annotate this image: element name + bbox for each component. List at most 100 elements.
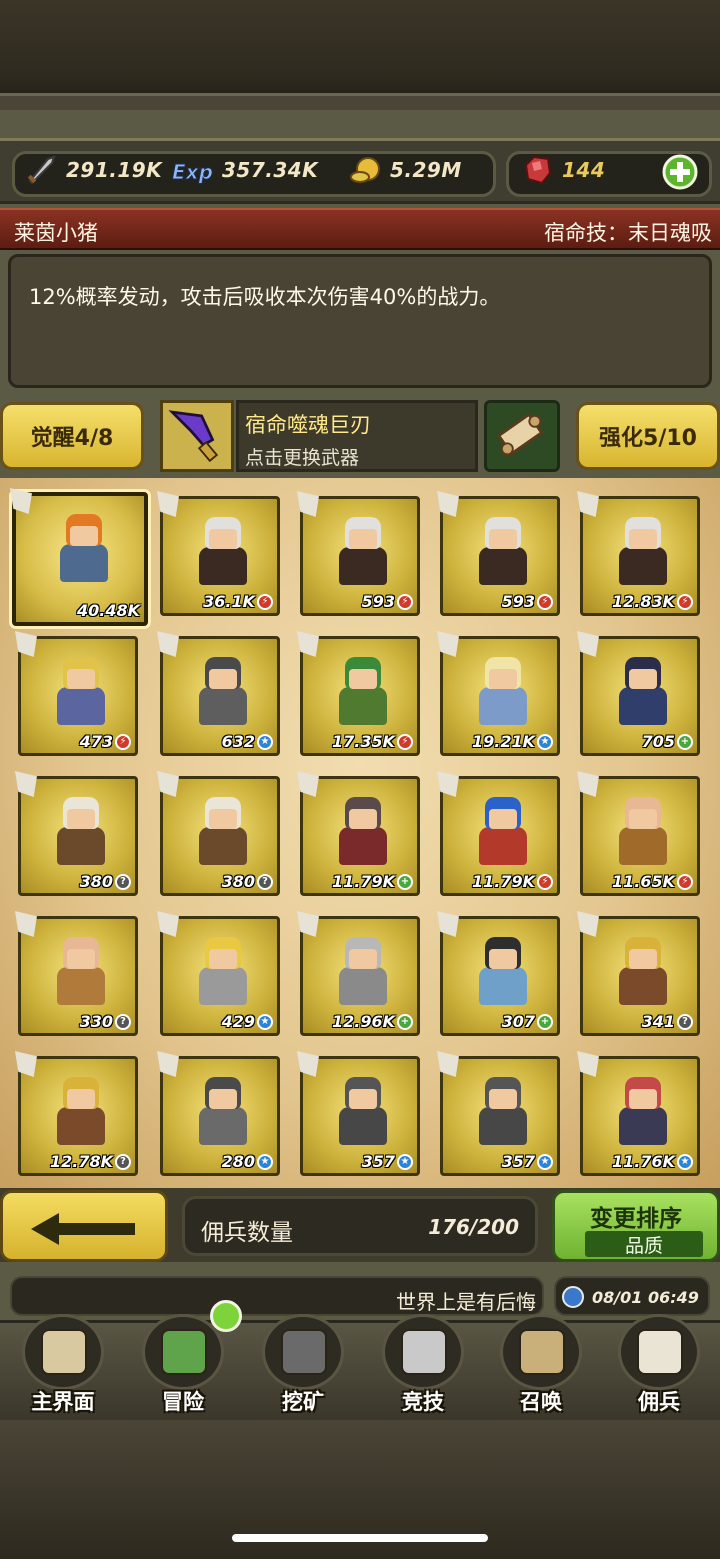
nav-item-4[interactable]: 竞技	[364, 1310, 482, 1420]
flag-icon	[15, 771, 37, 797]
mercenary-power: 12.83K ⚡	[612, 592, 693, 611]
mercenary-sprite	[51, 1077, 111, 1145]
sword-icon	[27, 155, 56, 185]
mercenary-card[interactable]: 307 +	[437, 911, 560, 1036]
back-button[interactable]	[0, 1190, 168, 1262]
sort-title: 变更排序	[590, 1206, 682, 1232]
flag-icon	[297, 491, 319, 517]
red-class-icon: ⚡	[537, 873, 553, 890]
mercenary-card[interactable]: 11.76K ★	[577, 1051, 700, 1176]
mercenary-card[interactable]: 380?	[157, 771, 280, 896]
mercenary-card[interactable]: 429 ★	[157, 911, 280, 1036]
mercenary-card[interactable]: 36.1K ⚡	[157, 491, 280, 616]
exp-value: 357.34K	[222, 158, 319, 182]
green-class-icon: +	[397, 873, 413, 890]
enhance-button[interactable]: 强化5/10	[576, 402, 720, 470]
nav-item-1[interactable]: 主界面	[4, 1310, 122, 1420]
top-map-background	[0, 0, 720, 110]
flag-icon	[577, 1051, 599, 1077]
power-value: 341	[641, 1012, 675, 1031]
add-gem-icon[interactable]	[662, 154, 698, 190]
weapon-name: 宿命噬魂巨刃	[245, 413, 371, 437]
power-value: 12.78K	[49, 1152, 113, 1171]
home-indicator[interactable]	[232, 1534, 488, 1542]
clock-icon	[562, 1286, 584, 1308]
power-value: 593	[361, 592, 395, 611]
flag-icon	[437, 631, 459, 657]
attack-value: 291.19K	[66, 158, 163, 182]
mercenary-card[interactable]: 40.48K	[10, 488, 148, 626]
mercenary-sprite	[613, 937, 673, 1005]
nav-item-3[interactable]: 挖矿	[244, 1310, 362, 1420]
mercenary-card[interactable]: 280 ★	[157, 1051, 280, 1176]
flag-icon	[15, 1051, 37, 1077]
mercenary-count: 佣兵数量 176/200	[182, 1196, 538, 1256]
mercenary-card[interactable]: 12.78K?	[15, 1051, 138, 1176]
gem-resource: 144	[520, 150, 605, 190]
scroll-icon	[496, 412, 544, 456]
mercenary-card[interactable]: 705 +	[577, 631, 700, 756]
mercenary-sprite	[333, 1077, 393, 1145]
svg-text:Exp: Exp	[172, 160, 213, 184]
weapon-slot[interactable]	[160, 400, 234, 472]
mercenary-card[interactable]: 357 ★	[437, 1051, 560, 1176]
mercenary-card[interactable]: 473 ⚡	[15, 631, 138, 756]
mercenary-card[interactable]: 17.35K ⚡	[297, 631, 420, 756]
power-value: 593	[501, 592, 535, 611]
mercenary-card[interactable]: 341?	[577, 911, 700, 1036]
mercenary-power: 40.48K	[77, 601, 140, 620]
crossed-swords-icon	[382, 1314, 464, 1390]
nav-label: 主界面	[31, 1390, 95, 1414]
mercenary-power: 357 ★	[362, 1152, 413, 1171]
mercenary-card[interactable]: 357 ★	[297, 1051, 420, 1176]
mercenary-card[interactable]: 11.79K ⚡	[437, 771, 560, 896]
mercenary-sprite	[193, 937, 253, 1005]
weapon-info[interactable]: 宿命噬魂巨刃 点击更换武器	[236, 400, 478, 472]
blue-class-icon: ★	[257, 733, 273, 750]
mercenary-card[interactable]: 330?	[15, 911, 138, 1036]
power-value: 330	[79, 1012, 113, 1031]
nav-item-5[interactable]: 召唤	[482, 1310, 600, 1420]
flag-icon	[577, 491, 599, 517]
mercenary-power: 429 ★	[222, 1012, 273, 1031]
power-value: 380	[221, 872, 255, 891]
mercenary-count-label: 佣兵数量	[201, 1220, 293, 1246]
grey-class-icon: ?	[677, 1013, 693, 1030]
nav-label: 竞技	[402, 1390, 444, 1414]
power-value: 357	[501, 1152, 535, 1171]
awaken-label: 觉醒4/8	[30, 426, 114, 451]
mercenary-power: 380?	[222, 872, 273, 891]
mercenary-power: 473 ⚡	[80, 732, 131, 751]
blue-class-icon: ★	[537, 733, 553, 750]
mercenary-sprite	[333, 797, 393, 865]
gem-value: 144	[562, 158, 606, 182]
awaken-button[interactable]: 觉醒4/8	[0, 402, 144, 470]
skill-name: 宿命技：末日魂吸	[544, 221, 712, 245]
green-class-icon: +	[677, 733, 693, 750]
mercenary-card[interactable]: 593 ⚡	[297, 491, 420, 616]
mercenary-card[interactable]: 380?	[15, 771, 138, 896]
flag-icon	[10, 488, 32, 514]
power-value: 357	[361, 1152, 395, 1171]
change-sort-button[interactable]: 变更排序 品质	[552, 1190, 720, 1262]
mercenary-sprite	[613, 657, 673, 725]
mercenary-card[interactable]: 19.21K ★	[437, 631, 560, 756]
green-class-icon: +	[537, 1013, 553, 1030]
power-value: 12.96K	[331, 1012, 395, 1031]
adventure-notification-dot	[210, 1300, 242, 1332]
blue-class-icon: ★	[257, 1153, 273, 1170]
power-value: 380	[79, 872, 113, 891]
mercenary-card[interactable]: 11.65K ⚡	[577, 771, 700, 896]
skill-description: 12%概率发动，攻击后吸收本次伤害40%的战力。	[29, 285, 501, 309]
grey-class-icon: ?	[115, 1153, 131, 1170]
flag-icon	[15, 631, 37, 657]
mercenary-card[interactable]: 12.83K ⚡	[577, 491, 700, 616]
flag-icon	[437, 771, 459, 797]
mercenary-card[interactable]: 12.96K +	[297, 911, 420, 1036]
mercenary-card[interactable]: 593 ⚡	[437, 491, 560, 616]
mercenary-sprite	[193, 657, 253, 725]
skill-scroll-button[interactable]	[484, 400, 560, 472]
nav-item-6[interactable]: 佣兵	[600, 1310, 718, 1420]
mercenary-card[interactable]: 632 ★	[157, 631, 280, 756]
mercenary-card[interactable]: 11.79K +	[297, 771, 420, 896]
